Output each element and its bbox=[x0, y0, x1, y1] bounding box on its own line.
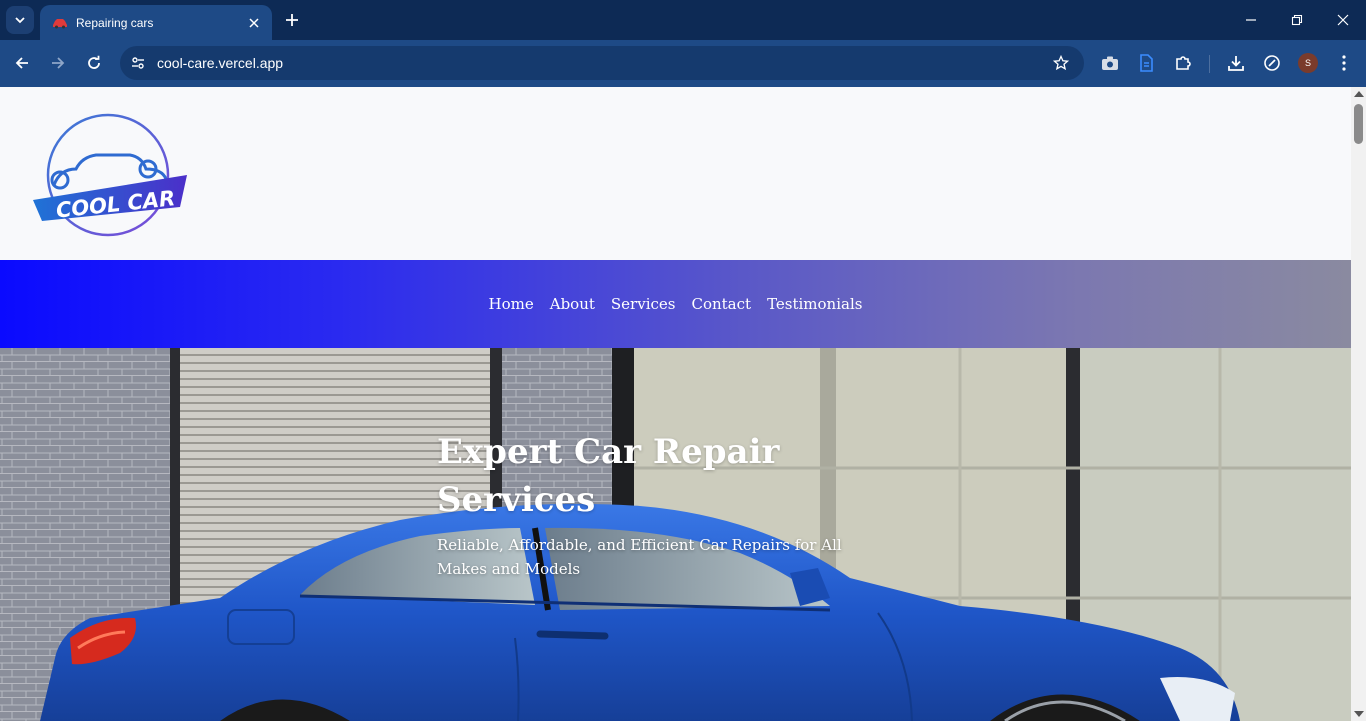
scroll-thumb[interactable] bbox=[1354, 104, 1363, 144]
nav-link-contact[interactable]: Contact bbox=[691, 295, 751, 313]
extensions-button[interactable] bbox=[1171, 51, 1195, 75]
more-vertical-icon bbox=[1342, 55, 1346, 71]
car-favicon-icon bbox=[52, 15, 68, 31]
restore-button[interactable] bbox=[1274, 4, 1320, 36]
hero-title: Expert Car Repair Services bbox=[437, 432, 780, 520]
download-icon bbox=[1228, 56, 1244, 71]
toolbar-separator bbox=[1209, 55, 1210, 73]
puzzle-icon bbox=[1176, 56, 1191, 70]
tune-icon bbox=[132, 57, 144, 69]
minimize-button[interactable] bbox=[1228, 4, 1274, 36]
scroll-up-arrow-icon[interactable] bbox=[1354, 91, 1364, 97]
close-icon bbox=[1337, 14, 1349, 26]
main-navbar: Home About Services Contact Testimonials bbox=[0, 260, 1351, 348]
site-logo[interactable]: COOL CAR bbox=[30, 107, 195, 242]
close-icon bbox=[249, 17, 259, 28]
nav-link-about[interactable]: About bbox=[550, 295, 595, 313]
close-window-button[interactable] bbox=[1320, 4, 1366, 36]
forward-button[interactable] bbox=[43, 48, 73, 78]
plus-icon bbox=[286, 14, 298, 26]
restore-icon bbox=[1291, 14, 1303, 26]
performance-button[interactable] bbox=[1260, 51, 1284, 75]
scroll-down-arrow-icon[interactable] bbox=[1354, 711, 1364, 717]
nav-link-testimonials[interactable]: Testimonials bbox=[767, 295, 862, 313]
profile-avatar[interactable]: S bbox=[1298, 53, 1318, 73]
downloads-button[interactable] bbox=[1224, 51, 1248, 75]
hero-subtitle: Reliable, Affordable, and Efficient Car … bbox=[437, 536, 842, 578]
browser-tab[interactable]: Repairing cars bbox=[40, 5, 272, 40]
screenshot-extension-button[interactable] bbox=[1098, 51, 1122, 75]
site-header: COOL CAR bbox=[0, 87, 1351, 260]
hero-section: Expert Car Repair Services Reliable, Aff… bbox=[0, 348, 1351, 721]
menu-button[interactable] bbox=[1332, 51, 1356, 75]
arrow-right-icon bbox=[52, 57, 65, 69]
tab-strip: Repairing cars bbox=[0, 0, 1366, 40]
svg-text:COOL CAR: COOL CAR bbox=[55, 186, 177, 222]
minimize-icon bbox=[1246, 19, 1256, 21]
browser-toolbar: cool-care.vercel.app S bbox=[0, 40, 1366, 87]
tab-search-button[interactable] bbox=[6, 6, 34, 34]
new-tab-button[interactable] bbox=[280, 8, 304, 32]
tab-title: Repairing cars bbox=[76, 15, 154, 30]
reload-icon bbox=[88, 55, 100, 69]
site-info-button[interactable] bbox=[126, 51, 150, 75]
page-viewport: COOL CAR Home About Services Contact Tes… bbox=[0, 87, 1351, 721]
arrow-left-icon bbox=[15, 57, 28, 69]
cool-car-logo-icon: COOL CAR bbox=[33, 113, 187, 237]
address-bar[interactable]: cool-care.vercel.app bbox=[120, 46, 1084, 80]
bookmark-button[interactable] bbox=[1050, 52, 1072, 74]
chevron-down-icon bbox=[15, 17, 25, 24]
reload-button[interactable] bbox=[79, 48, 109, 78]
document-extension-button[interactable] bbox=[1134, 51, 1158, 75]
url-text[interactable]: cool-care.vercel.app bbox=[157, 55, 283, 71]
nav-link-services[interactable]: Services bbox=[611, 295, 676, 313]
speed-icon bbox=[1264, 55, 1280, 71]
tab-close-button[interactable] bbox=[244, 13, 264, 33]
camera-icon bbox=[1102, 56, 1118, 70]
nav-link-home[interactable]: Home bbox=[489, 295, 534, 313]
page-scrollbar[interactable] bbox=[1351, 87, 1366, 721]
star-icon bbox=[1053, 55, 1069, 71]
document-icon bbox=[1140, 54, 1153, 72]
back-button[interactable] bbox=[7, 48, 37, 78]
